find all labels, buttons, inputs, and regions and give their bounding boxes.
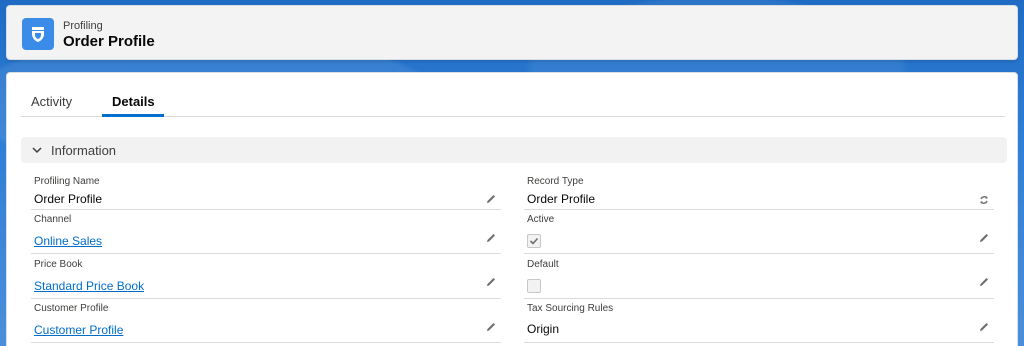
field-customer-profile: Customer Profile Customer Profile (31, 303, 501, 343)
tab-activity[interactable]: Activity (31, 94, 72, 109)
field-tax-sourcing-rules: Tax Sourcing Rules Origin (524, 303, 994, 343)
field-profiling-name: Profiling Name Order Profile (31, 176, 501, 210)
pencil-icon[interactable] (485, 275, 497, 287)
field-value: Order Profile (34, 192, 103, 206)
section-information-header[interactable]: Information (21, 137, 1007, 163)
record-title: Order Profile (63, 33, 155, 50)
pencil-icon[interactable] (978, 275, 990, 287)
field-label: Profiling Name (34, 176, 100, 187)
price-book-link[interactable]: Standard Price Book (34, 279, 144, 293)
field-default: Default (524, 259, 994, 299)
field-channel: Channel Online Sales (31, 214, 501, 254)
active-tab-indicator (102, 114, 164, 117)
tab-details[interactable]: Details (112, 94, 155, 109)
pencil-icon[interactable] (978, 320, 990, 332)
object-label: Profiling (63, 20, 103, 32)
field-price-book: Price Book Standard Price Book (31, 259, 501, 299)
customer-profile-link[interactable]: Customer Profile (34, 323, 123, 337)
default-checkbox (527, 279, 541, 293)
pencil-icon[interactable] (485, 231, 497, 243)
field-value: Order Profile (527, 192, 596, 206)
active-checkbox (527, 234, 541, 248)
section-title: Information (51, 142, 117, 158)
field-label: Price Book (34, 259, 83, 270)
field-label: Record Type (527, 176, 584, 187)
field-label: Active (527, 214, 555, 225)
record-header: Profiling Order Profile (6, 5, 1018, 60)
field-label: Customer Profile (34, 303, 109, 314)
field-label: Channel (34, 214, 72, 225)
field-label: Default (527, 259, 559, 270)
field-label: Tax Sourcing Rules (527, 303, 614, 314)
tab-bar: Activity Details (21, 87, 1005, 117)
chevron-down-icon (31, 144, 43, 156)
channel-link[interactable]: Online Sales (34, 234, 102, 248)
profiling-icon (22, 18, 54, 50)
pencil-icon[interactable] (485, 192, 497, 204)
pencil-icon[interactable] (978, 231, 990, 243)
field-active: Active (524, 214, 994, 254)
change-record-type-icon[interactable] (978, 193, 990, 205)
field-value: Origin (527, 322, 560, 336)
field-record-type: Record Type Order Profile (524, 176, 994, 210)
main-card: Activity Details Information Profiling N… (6, 72, 1018, 346)
pencil-icon[interactable] (485, 320, 497, 332)
